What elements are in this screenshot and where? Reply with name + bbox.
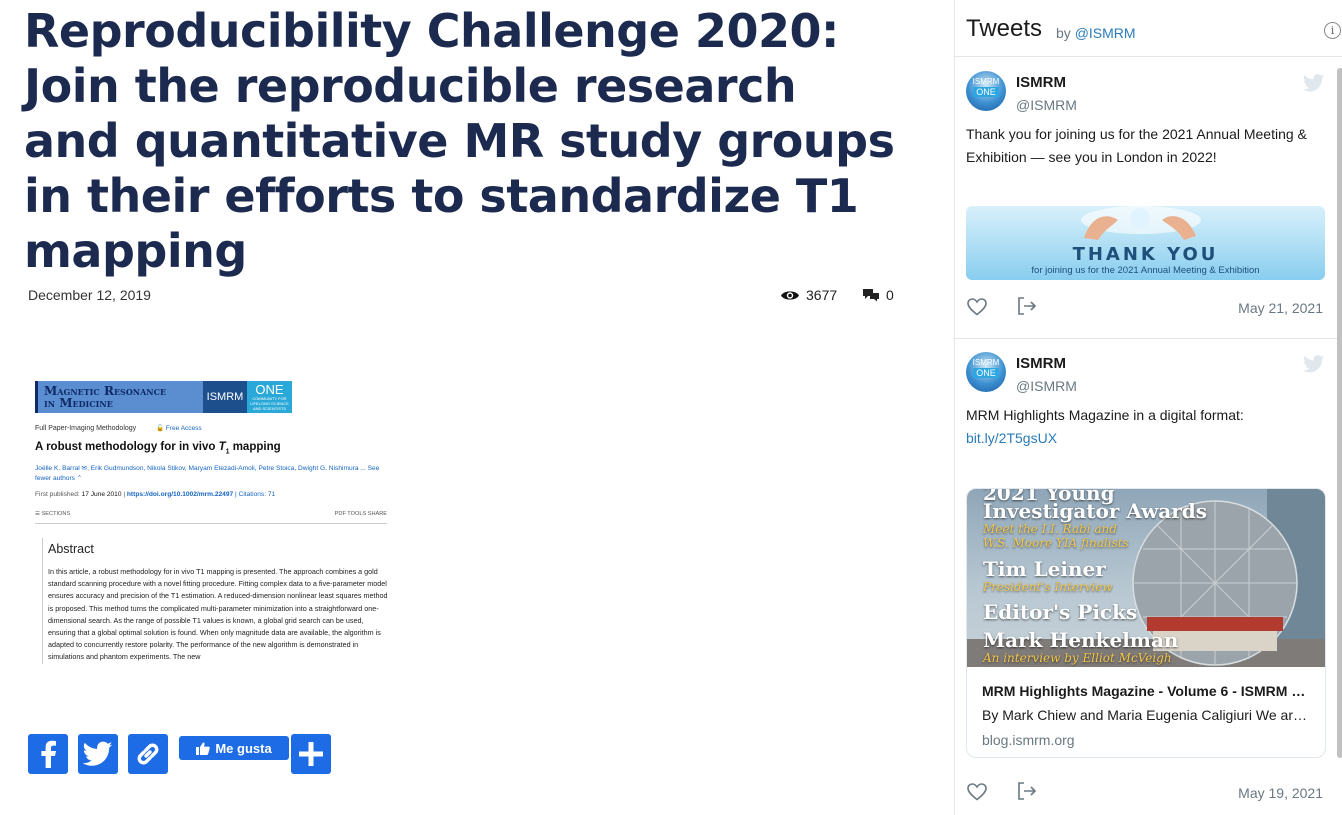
paper-abstract: Abstract In this article, a robust metho… [42,538,393,664]
article-date: December 12, 2019 [28,287,151,303]
card-image: 2021 Young Investigator Awards Meet the … [967,489,1325,667]
comments-count: 0 [886,287,894,303]
timeline-title: Tweets [966,15,1043,42]
free-access-badge: 🔓 Free Access [156,425,202,432]
comments-counter[interactable]: 0 [863,287,894,303]
tweet-author-name[interactable]: ISMRM [1016,74,1066,91]
card-img-line9: An interview by Elliot McVeigh [983,651,1172,665]
info-icon[interactable]: i [1324,22,1341,39]
timeline-by-prefix: by [1056,25,1075,41]
tweet-author-name[interactable]: ISMRM [1016,355,1066,372]
abstract-text: In this article, a robust methodology fo… [48,567,388,662]
avatar-text: ISMRM [972,77,1000,86]
journal-name: Magnetic Resonance in Medicine [35,381,203,413]
timeline-scrollbar[interactable] [1337,68,1342,758]
heart-icon[interactable] [967,298,987,316]
sections-label: ☰ SECTIONS [35,511,71,517]
tools-label: PDF TOOLS SHARE [334,511,387,517]
published-label: First published: [35,491,82,498]
tweet-text: Thank you for joining us for the 2021 An… [966,126,1307,165]
twitter-bird-icon[interactable] [1303,355,1325,373]
tweet-author-handle[interactable]: @ISMRM [1016,378,1077,394]
thumbs-up-icon [196,742,211,755]
tweet-divider [955,338,1342,339]
link-card[interactable]: 2021 Young Investigator Awards Meet the … [966,488,1326,758]
one-label: ONE [255,382,284,397]
plus-icon [299,742,323,766]
card-domain: blog.ismrm.org [982,732,1075,748]
eye-icon [781,290,799,300]
paper-toolbar: ☰ SECTIONS PDF TOOLS SHARE [35,511,387,524]
tweet-actions: May 21, 2021 [967,296,1323,318]
paper-authors: Joëlle K. Barral ✉, Erik Gudmundson, Nik… [35,465,380,482]
copy-link-button[interactable] [128,734,168,774]
published-date: 17 June 2010 [81,491,122,498]
tweet-author-handle[interactable]: @ISMRM [1016,97,1077,113]
avatar-text: ISMRM [972,358,1000,367]
timeline-header: Tweets by @ISMRM i [955,0,1342,57]
facebook-like-button[interactable]: Me gusta [179,736,289,760]
paper-title-suffix: mapping [229,441,281,453]
comments-icon [863,289,879,302]
tweet-link[interactable]: bit.ly/2T5gsUX [966,430,1057,446]
society-label: ISMRM [203,381,247,413]
one-logo: ONE COMMUNITY FOR LIFELONG SCIENCE AND S… [247,381,292,413]
facebook-icon [41,740,56,768]
avatar-one: ONE [973,87,999,97]
card-img-line4: W.S. Moore YIA finalists [983,536,1129,550]
card-img-line7: Editor's Picks [983,600,1138,624]
card-img-line5: Tim Leiner [983,557,1106,581]
tweet-text-body: MRM Highlights Magazine in a digital for… [966,407,1244,423]
paper-category: Full Paper-Imaging Methodology [35,425,137,432]
avatar[interactable]: ISMRM ONE [966,71,1006,111]
more-share-button[interactable] [291,734,331,774]
tweet-media[interactable]: THANK YOU for joining us for the 2021 An… [966,206,1325,280]
paper-title-italic: T [218,441,226,453]
media-subtitle: for joining us for the 2021 Annual Meeti… [1031,265,1260,276]
views-count: 3677 [806,287,838,303]
like-label: Me gusta [215,740,272,756]
journal-name-line2: in Medicine [44,396,113,410]
one-sub: COMMUNITY FOR LIFELONG SCIENCE AND SCIEN… [250,396,289,411]
sections-label-text: SECTIONS [41,511,71,517]
share-icon[interactable] [1017,297,1037,315]
twitter-timeline[interactable]: Tweets by @ISMRM i ISMRM ONE ISMRM @ISMRM… [954,0,1342,815]
facebook-share-button[interactable] [28,734,68,774]
card-description: By Mark Chiew and Maria Eugenia Caligiur… [982,707,1312,723]
paper-published: First published: 17 June 2010 | https://… [35,491,276,498]
paper-title: A robust methodology for in vivo T1 mapp… [35,441,281,455]
card-title[interactable]: MRM Highlights Magazine - Volume 6 - ISM… [982,683,1312,699]
card-img-line8: Mark Henkelman [983,628,1179,652]
card-img-line3: Meet the I.I. Rabi and [983,522,1117,536]
tweet-date[interactable]: May 21, 2021 [1238,300,1323,316]
link-icon [137,743,159,765]
avatar-one: ONE [973,368,999,378]
media-title: THANK YOU [1072,244,1219,265]
free-access-label: Free Access [165,425,202,432]
twitter-icon [83,741,113,766]
heart-icon[interactable] [967,783,987,801]
card-img-line6: President's Interview [983,580,1113,594]
share-icon[interactable] [1017,782,1037,800]
twitter-bird-icon[interactable] [1303,74,1325,92]
doi-link: https://doi.org/10.1002/mrm.22497 [126,491,234,498]
timeline-by: by @ISMRM [1056,25,1136,41]
tweet-actions: May 19, 2021 [967,781,1323,803]
avatar[interactable]: ISMRM ONE [966,352,1006,392]
paper-screenshot: Magnetic Resonance in Medicine ISMRM ONE… [28,375,393,671]
paper-title-prefix: A robust methodology for in vivo [35,441,219,453]
journal-banner: Magnetic Resonance in Medicine ISMRM ONE… [35,381,292,413]
citations: | Citations: 71 [235,491,276,498]
timeline-by-handle[interactable]: @ISMRM [1075,25,1136,41]
views-counter: 3677 [780,287,837,303]
tweet-text: MRM Highlights Magazine in a digital for… [966,404,1326,450]
abstract-heading: Abstract [48,542,94,556]
twitter-share-button[interactable] [78,734,118,774]
card-img-line2: Investigator Awards [983,499,1208,523]
article-title: Reproducibility Challenge 2020: Join the… [24,4,895,278]
tweet-date[interactable]: May 19, 2021 [1238,785,1323,801]
